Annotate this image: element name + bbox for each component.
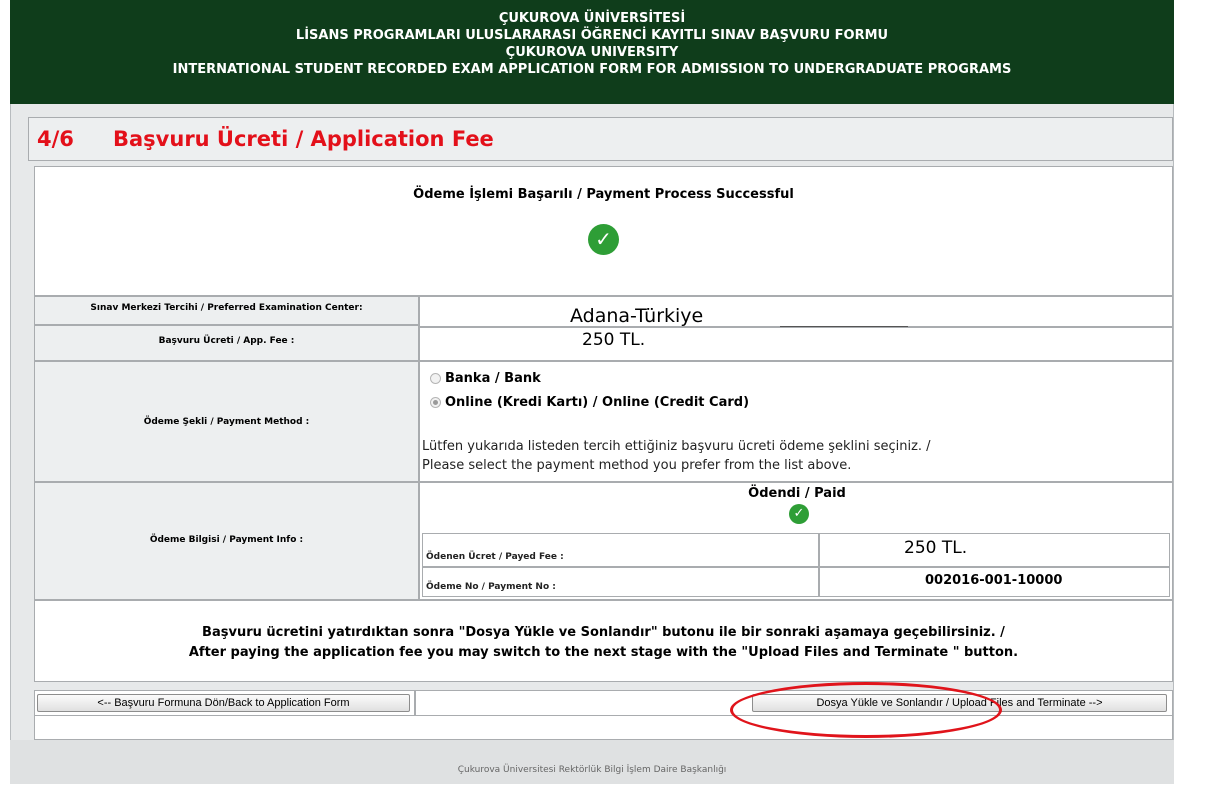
- exam-center-value: Adana-Türkiye: [570, 305, 704, 327]
- header-line-1: ÇUKUROVA ÜNİVERSİTESİ: [498, 11, 686, 26]
- payment-no-value: 002016-001-10000: [925, 573, 1063, 588]
- hint-line-1: Lütfen yukarıda listeden tercih ettiğini…: [422, 439, 931, 454]
- exam-center-label: Sınav Merkezi Tercihi / Preferred Examin…: [34, 296, 419, 325]
- paid-fee-value: 250 TL.: [904, 538, 968, 558]
- payment-method-hint: Lütfen yukarıda listeden tercih ettiğini…: [422, 437, 931, 475]
- payment-option-bank[interactable]: Banka / Bank: [430, 371, 541, 386]
- success-message: Ödeme İşlemi Başarılı / Payment Process …: [413, 187, 794, 202]
- notice-line-2: After paying the application fee you may…: [188, 645, 1019, 660]
- header-line-4: INTERNATIONAL STUDENT RECORDED EXAM APPL…: [172, 62, 1012, 77]
- exam-center-cell: Adana-Türkiye: [419, 296, 1173, 327]
- step-title: 4/6 Başvuru Ücreti / Application Fee: [28, 117, 1173, 161]
- page-footer: Çukurova Üniversitesi Rektörlük Bilgi İş…: [10, 740, 1174, 784]
- app-fee-label: Başvuru Ücreti / App. Fee :: [34, 325, 419, 361]
- paid-fee-cell: 250 TL.: [819, 533, 1170, 567]
- payment-no-cell: 002016-001-10000: [819, 567, 1170, 597]
- step-number: 4/6: [37, 127, 74, 151]
- header-line-2: LİSANS PROGRAMLARI ULUSLARARASI ÖĞRENCİ …: [295, 28, 889, 43]
- payment-success-panel: Ödeme İşlemi Başarılı / Payment Process …: [34, 166, 1173, 296]
- notice-line-1: Başvuru ücretini yatırdıktan sonra "Dosy…: [202, 625, 1005, 640]
- back-to-form-button[interactable]: <-- Başvuru Formuna Dön/Back to Applicat…: [37, 694, 410, 712]
- bank-radio[interactable]: [430, 373, 441, 384]
- upload-and-terminate-button[interactable]: Dosya Yükle ve Sonlandır / Upload Files …: [752, 694, 1167, 712]
- header-line-3: ÇUKUROVA UNIVERSITY: [505, 45, 679, 60]
- app-fee-value: 250 TL.: [582, 330, 646, 350]
- payment-info-label: Ödeme Bilgisi / Payment Info :: [34, 482, 419, 600]
- paid-fee-label: Ödenen Ücret / Payed Fee :: [422, 533, 819, 567]
- payment-no-label: Ödeme No / Payment No :: [422, 567, 819, 597]
- paid-status: Ödendi / Paid: [748, 486, 846, 501]
- payment-method-cell: Banka / Bank Online (Kredi Kartı) / Onli…: [419, 361, 1173, 482]
- step-title-text: Başvuru Ücreti / Application Fee: [113, 127, 494, 151]
- bank-option-label: Banka / Bank: [445, 371, 541, 386]
- next-step-notice: Başvuru ücretini yatırdıktan sonra "Dosy…: [34, 600, 1173, 682]
- online-radio[interactable]: [430, 397, 441, 408]
- app-fee-cell: 250 TL.: [419, 327, 1173, 361]
- payment-option-online[interactable]: Online (Kredi Kartı) / Online (Credit Ca…: [430, 395, 749, 410]
- hint-line-2: Please select the payment method you pre…: [422, 458, 852, 473]
- paid-check-icon: ✓: [789, 504, 809, 524]
- check-circle-icon: ✓: [588, 224, 619, 255]
- online-option-label: Online (Kredi Kartı) / Online (Credit Ca…: [445, 395, 750, 410]
- form-header: ÇUKUROVA ÜNİVERSİTESİ LİSANS PROGRAMLARI…: [10, 0, 1174, 104]
- payment-method-label: Ödeme Şekli / Payment Method :: [34, 361, 419, 482]
- bottom-spacer: [34, 716, 1173, 740]
